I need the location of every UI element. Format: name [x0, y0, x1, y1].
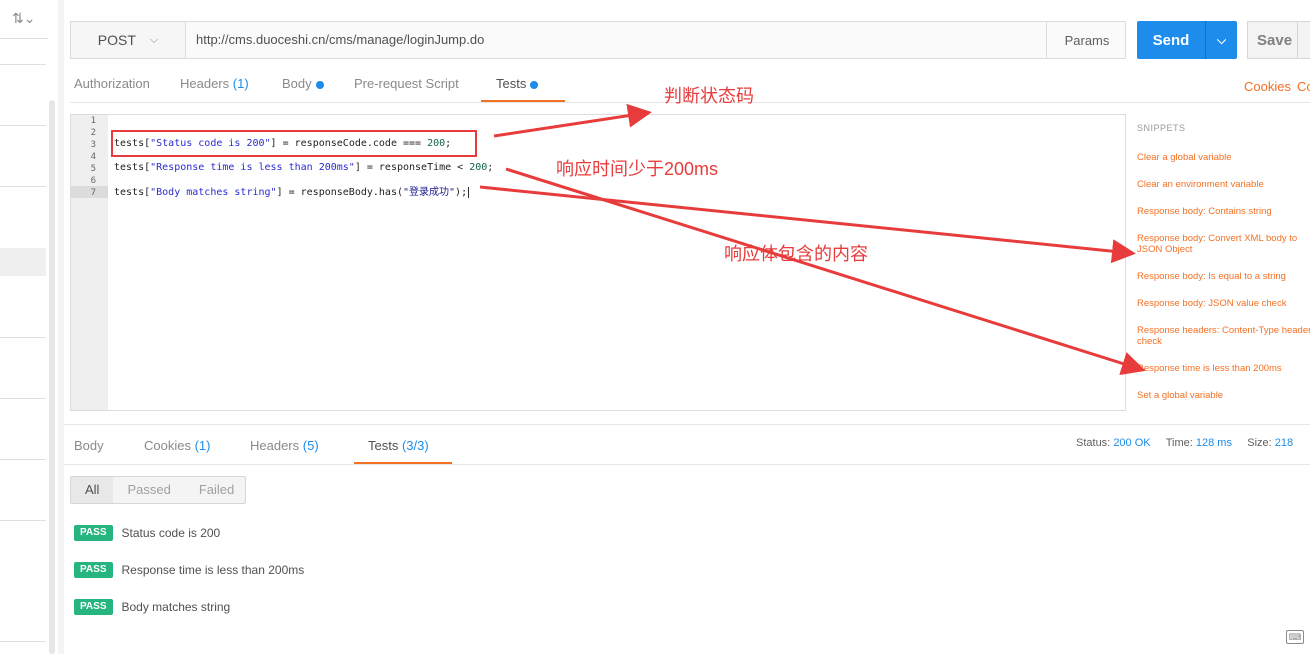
size-label: Size:	[1247, 437, 1272, 449]
resp-tab-headers[interactable]: Headers (5)	[246, 430, 330, 462]
resp-tab-body[interactable]: Body	[70, 430, 116, 462]
response-status: Status: 200 OK Time: 128 ms Size: 218	[1076, 437, 1293, 449]
filter-all[interactable]: All	[71, 477, 114, 503]
response-tabs: Body Cookies (1) Headers (5) Tests (3/3)	[70, 430, 452, 465]
arrow-to-time-snippet	[505, 167, 1146, 376]
tab-label: Tests	[368, 438, 399, 453]
test-result-row: PASS Response time is less than 200ms	[74, 561, 304, 579]
resp-tab-tests[interactable]: Tests (3/3)	[354, 430, 452, 465]
filter-passed[interactable]: Passed	[113, 477, 184, 503]
arrow-to-status	[493, 103, 652, 138]
pass-badge: PASS	[74, 562, 113, 578]
status-label: Status:	[1076, 437, 1111, 449]
filter-failed[interactable]: Failed	[185, 477, 248, 503]
time-value: 128 ms	[1195, 437, 1232, 449]
test-result-row: PASS Body matches string	[74, 598, 230, 616]
tab-label: Headers	[250, 438, 300, 453]
test-filter: All Passed Failed	[70, 476, 246, 504]
keyboard-icon[interactable]: ⌨	[1286, 630, 1304, 644]
time-label: Time:	[1165, 437, 1193, 449]
test-result-name: Status code is 200	[121, 526, 221, 540]
test-result-name: Body matches string	[121, 600, 231, 614]
tab-count: (5)	[302, 438, 319, 453]
size-value: 218	[1274, 437, 1294, 449]
status-value: 200 OK	[1113, 437, 1151, 449]
resp-tab-cookies[interactable]: Cookies (1)	[140, 430, 222, 462]
pass-badge: PASS	[74, 525, 113, 541]
tab-count: (1)	[194, 438, 211, 453]
test-result-name: Response time is less than 200ms	[121, 563, 305, 577]
tab-count: (3/3)	[401, 438, 429, 453]
response-tabs-divider	[64, 464, 1310, 465]
arrow-to-body-snippet	[479, 185, 1136, 264]
tab-label: Cookies	[144, 438, 191, 453]
tab-label: Body	[74, 438, 104, 453]
pass-badge: PASS	[74, 599, 113, 615]
test-result-row: PASS Status code is 200	[74, 524, 220, 542]
